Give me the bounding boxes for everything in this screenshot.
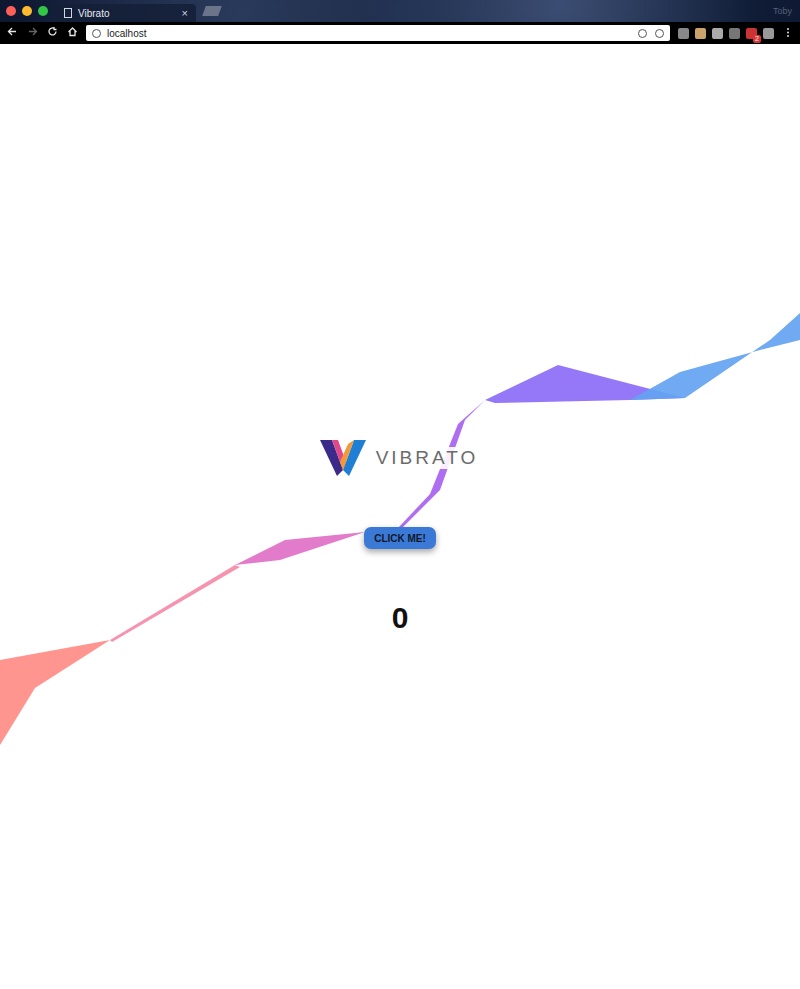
click-counter: 0 xyxy=(388,601,413,635)
tab-label: Vibrato xyxy=(78,8,110,19)
profile-name[interactable]: Toby xyxy=(773,6,792,16)
extension-icon[interactable] xyxy=(678,28,689,39)
click-me-button[interactable]: CLICK ME! xyxy=(364,527,436,549)
extension-icon[interactable] xyxy=(695,28,706,39)
tab-close-button[interactable]: × xyxy=(182,7,188,19)
v-logo-icon xyxy=(320,440,366,476)
extension-icon[interactable]: 2 xyxy=(746,28,757,39)
address-bar[interactable]: localhost xyxy=(86,25,670,41)
toolbar: localhost 2 xyxy=(0,22,800,44)
back-icon[interactable] xyxy=(6,26,18,40)
tab-strip: Vibrato × Toby xyxy=(0,0,800,22)
browser-chrome: Vibrato × Toby localhost 2 xyxy=(0,0,800,44)
page-icon xyxy=(64,8,72,18)
logo: VIBRATO xyxy=(320,440,481,476)
page: VIBRATO CLICK ME! 0 xyxy=(0,44,800,989)
browser-tab[interactable]: Vibrato × xyxy=(56,4,196,22)
logo-text: VIBRATO xyxy=(374,447,481,469)
info-icon[interactable] xyxy=(92,29,101,38)
page-content: VIBRATO CLICK ME! 0 xyxy=(0,44,800,635)
extension-badge: 2 xyxy=(753,35,761,43)
minimize-icon[interactable] xyxy=(22,6,32,16)
extension-icon[interactable] xyxy=(729,28,740,39)
url-text[interactable]: localhost xyxy=(107,28,146,39)
extension-icon[interactable] xyxy=(712,28,723,39)
ribbon-graphic xyxy=(0,44,800,989)
close-icon[interactable] xyxy=(6,6,16,16)
address-tools xyxy=(638,29,664,38)
home-icon[interactable] xyxy=(66,26,78,40)
zoom-icon[interactable] xyxy=(38,6,48,16)
forward-icon[interactable] xyxy=(26,26,38,40)
window-controls xyxy=(6,6,48,16)
menu-icon[interactable] xyxy=(782,27,794,40)
star-icon[interactable] xyxy=(655,29,664,38)
search-icon[interactable] xyxy=(638,29,647,38)
extensions: 2 xyxy=(678,28,774,39)
new-tab-button[interactable] xyxy=(202,6,222,16)
reload-icon[interactable] xyxy=(46,26,58,40)
extension-icon[interactable] xyxy=(763,28,774,39)
